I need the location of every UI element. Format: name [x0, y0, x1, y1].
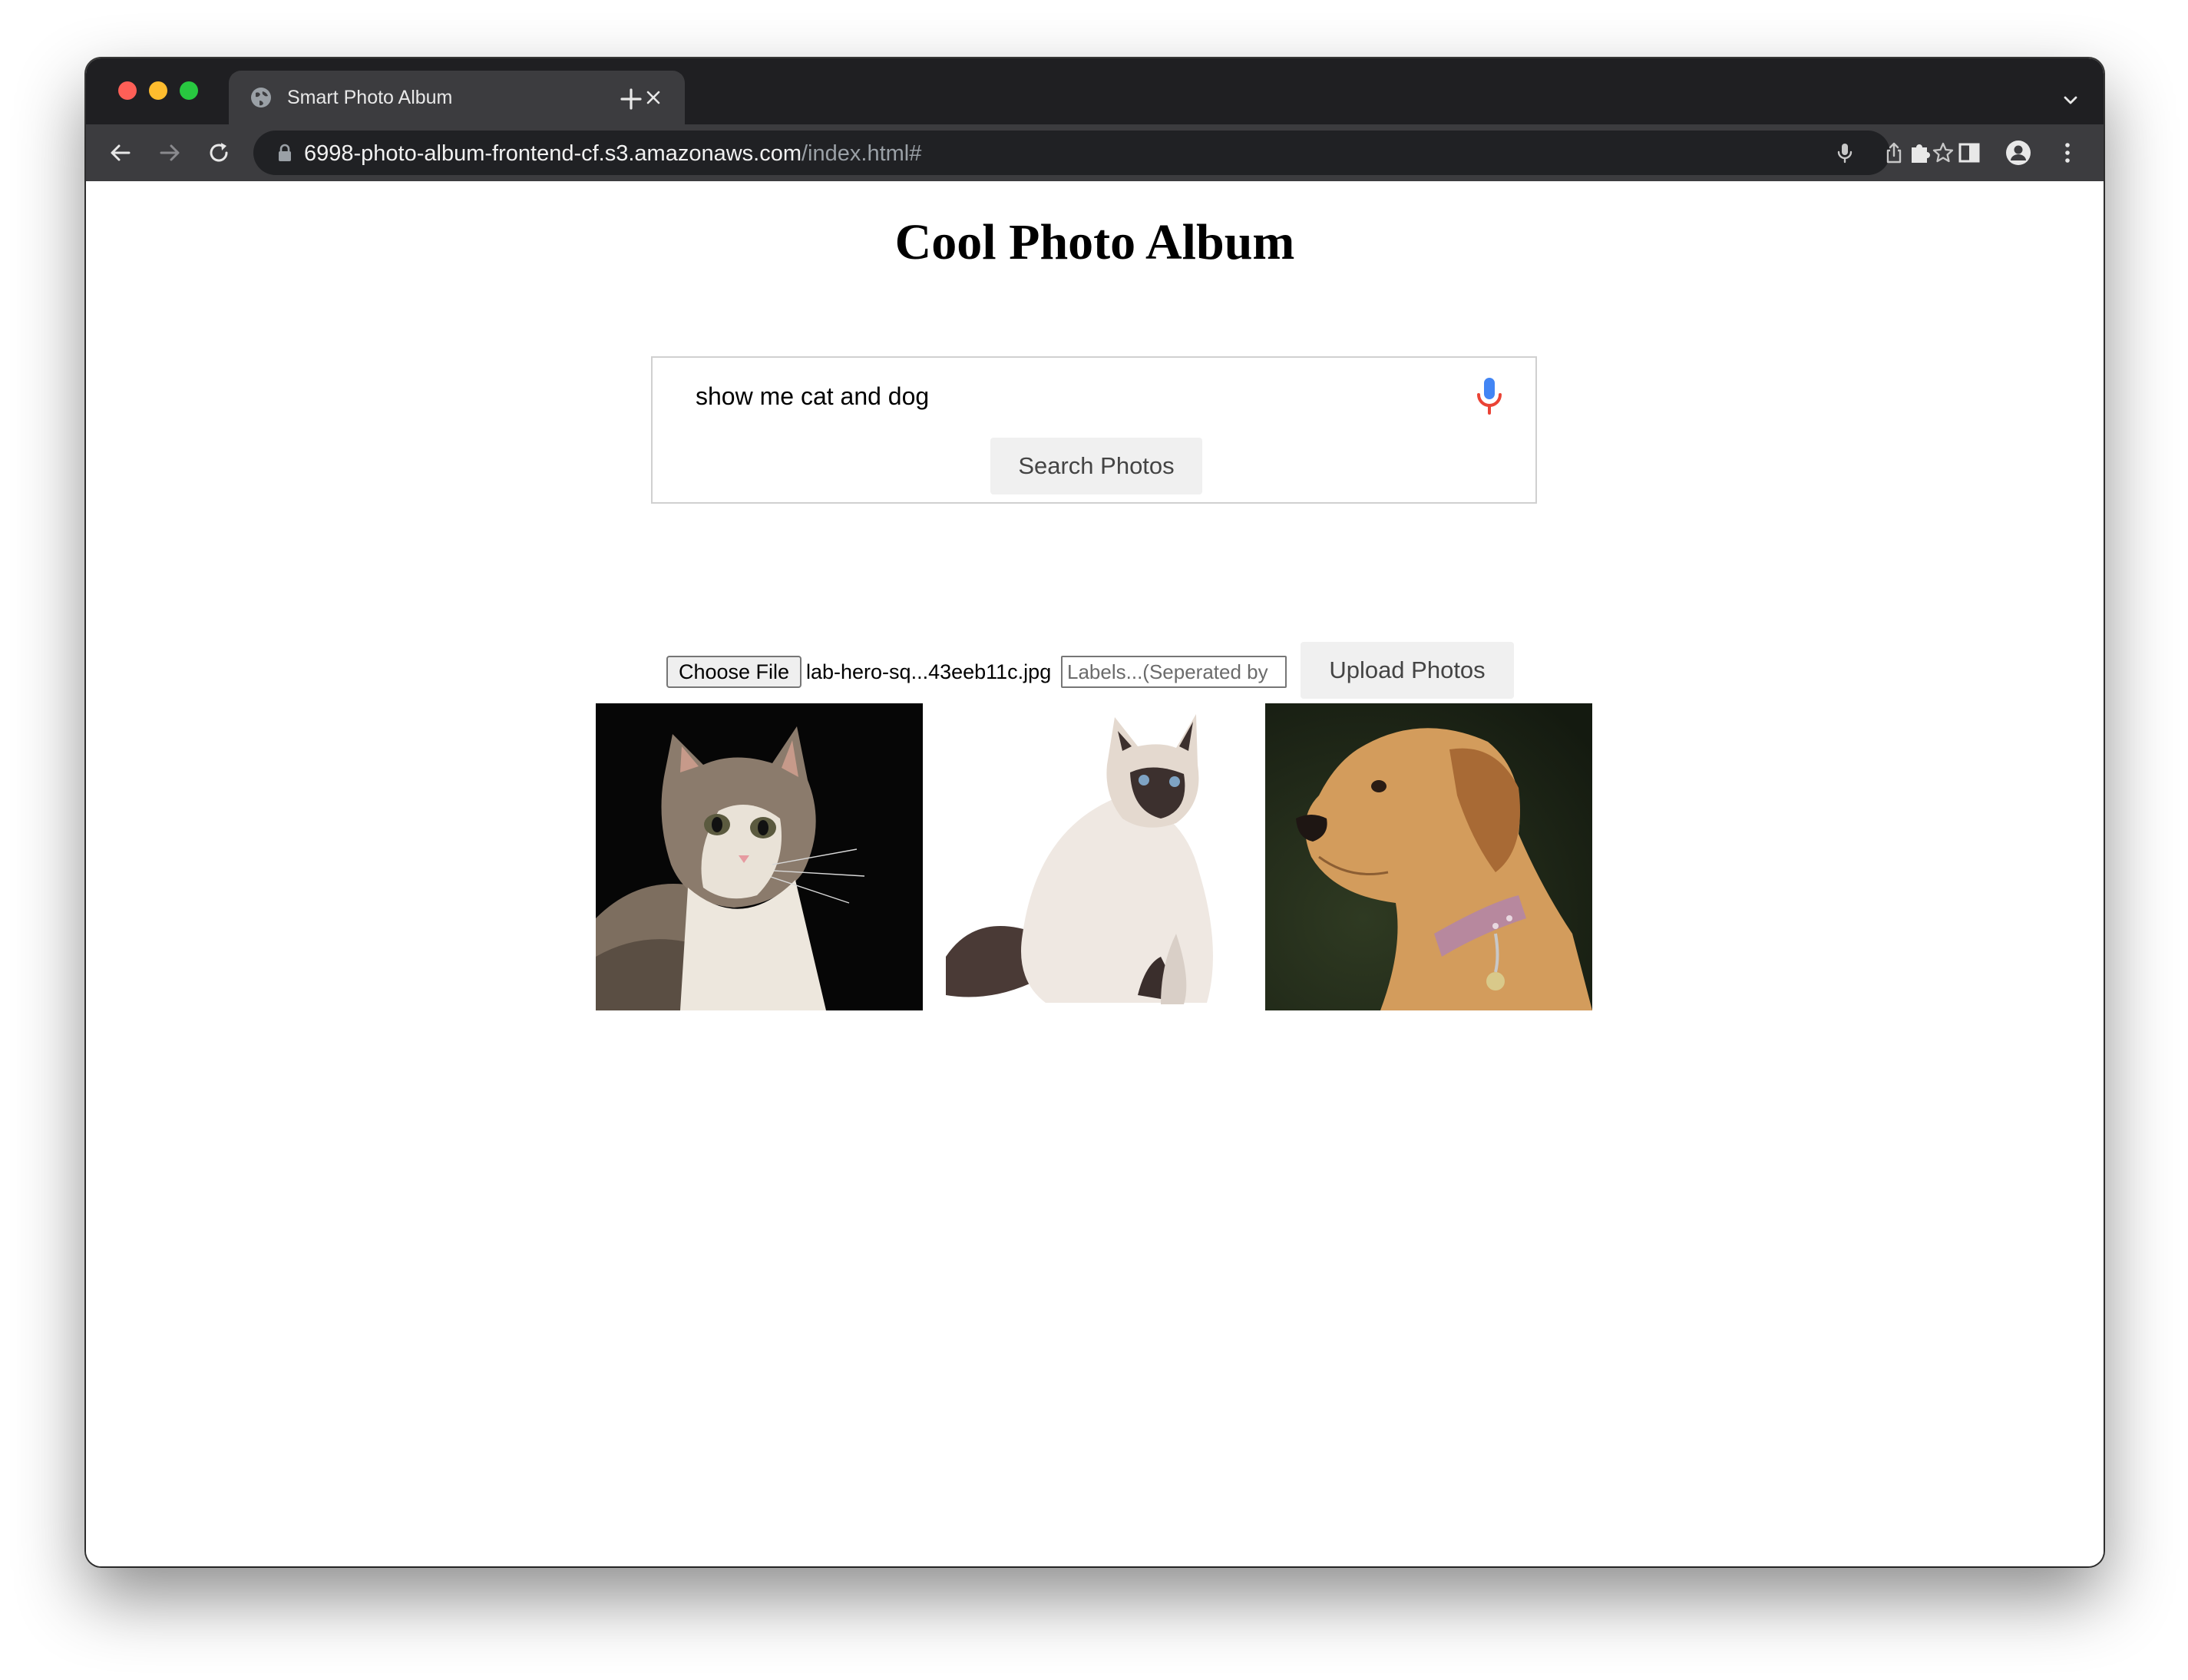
share-icon[interactable] [1882, 141, 1905, 164]
browser-toolbar: 6998-photo-album-frontend-cf.s3.amazonaw… [86, 124, 2104, 181]
search-panel: Search Photos [651, 356, 1537, 504]
zoom-window-button[interactable] [180, 81, 198, 100]
side-panel-icon[interactable] [1955, 138, 1984, 167]
arrow-right-icon[interactable] [155, 138, 184, 167]
address-bar[interactable]: 6998-photo-album-frontend-cf.s3.amazonaw… [253, 131, 1954, 175]
minimize-window-button[interactable] [149, 81, 167, 100]
microphone-icon[interactable] [1474, 376, 1505, 416]
labels-input[interactable] [1061, 656, 1287, 688]
chevron-down-icon[interactable] [2059, 89, 2082, 112]
plus-icon[interactable] [616, 84, 646, 114]
puzzle-icon[interactable] [1905, 138, 1935, 167]
lock-icon[interactable] [276, 143, 293, 163]
close-window-button[interactable] [118, 81, 137, 100]
arrow-left-icon[interactable] [106, 138, 135, 167]
search-photos-button[interactable]: Search Photos [990, 438, 1202, 494]
upload-form: Choose File lab-hero-sq...43eeb11c.jpg U… [86, 642, 2104, 703]
url-text[interactable]: 6998-photo-album-frontend-cf.s3.amazonaw… [304, 141, 921, 167]
profile-icon[interactable] [2004, 138, 2033, 167]
choose-file-button[interactable]: Choose File [666, 656, 801, 688]
url-path: /index.html# [801, 141, 922, 166]
page-title: Cool Photo Album [894, 214, 1295, 270]
browser-window: Smart Photo Album 6998-photo-album-front… [86, 58, 2104, 1566]
star-icon[interactable] [1932, 141, 1955, 164]
himalayan-cat-photo[interactable] [930, 703, 1258, 1010]
upload-photos-button[interactable]: Upload Photos [1301, 642, 1514, 699]
selected-file-name: lab-hero-sq...43eeb11c.jpg [806, 660, 1052, 683]
labrador-dog-photo[interactable] [1265, 703, 1592, 1010]
kebab-menu-icon[interactable] [2053, 138, 2082, 167]
tab-strip: Smart Photo Album [86, 58, 2104, 124]
url-host: 6998-photo-album-frontend-cf.s3.amazonaw… [304, 141, 801, 166]
tab-title: Smart Photo Album [287, 87, 453, 108]
microphone-icon[interactable] [1833, 141, 1856, 164]
search-input[interactable] [696, 375, 1463, 418]
tabby-cat-photo[interactable] [596, 703, 923, 1010]
page-content: Cool Photo Album Search Photos Choose Fi… [86, 181, 2104, 1566]
reload-icon[interactable] [204, 138, 233, 167]
globe-icon [251, 88, 271, 107]
